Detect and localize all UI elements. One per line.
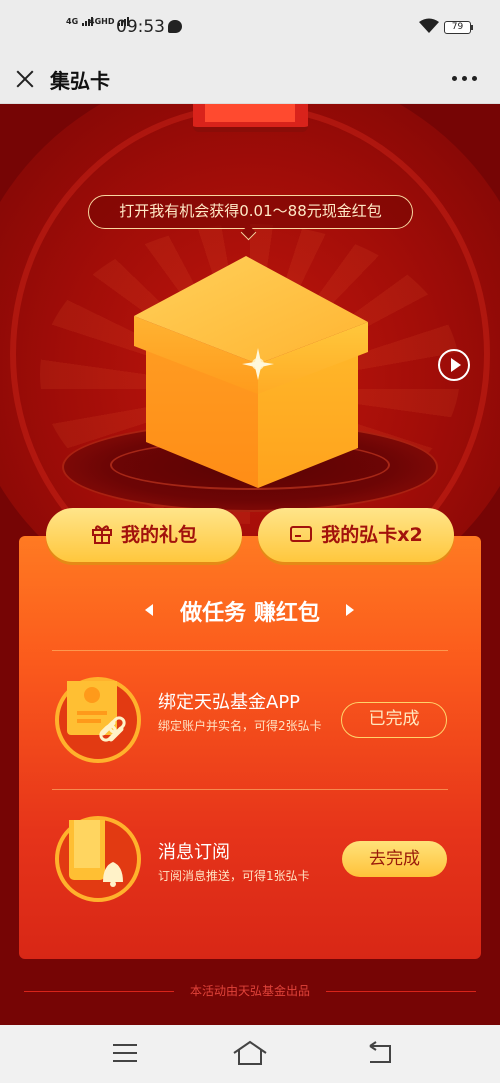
task-completed-button[interactable]: 已完成 xyxy=(341,702,447,738)
back-icon[interactable] xyxy=(366,1040,394,1066)
network-type-1: 4G xyxy=(66,17,79,26)
play-icon[interactable] xyxy=(438,349,470,381)
card-icon xyxy=(290,525,313,542)
my-gift-label: 我的礼包 xyxy=(120,524,197,546)
gift-icon xyxy=(91,524,112,544)
phone-bell-icon xyxy=(55,816,141,902)
battery-tip xyxy=(471,25,473,30)
task-description: 订阅消息推送，可得1张弘卡 xyxy=(158,869,310,883)
system-nav-bar xyxy=(0,1025,500,1083)
close-icon[interactable] xyxy=(14,68,36,90)
message-icon xyxy=(168,20,182,33)
page-title: 集弘卡 xyxy=(50,69,110,93)
status-bar: 4G 4GHD 09:53 79 xyxy=(0,0,500,56)
title-bar: 集弘卡 xyxy=(0,56,500,104)
network-type-2: 4GHD xyxy=(89,17,115,26)
my-gift-button[interactable]: 我的礼包 xyxy=(46,508,242,562)
footer-line-right xyxy=(326,991,476,992)
task-title: 消息订阅 xyxy=(158,842,230,863)
account-bind-icon xyxy=(55,677,141,763)
wifi-icon xyxy=(419,18,439,33)
activity-stage: 打开我有机会获得0.01～88元现金红包 我的礼包 我的弘卡x2 做任务 赚红包… xyxy=(0,104,500,1025)
more-icon[interactable] xyxy=(452,76,478,82)
task-go-button[interactable]: 去完成 xyxy=(342,841,447,877)
home-icon[interactable] xyxy=(232,1040,268,1066)
divider xyxy=(52,650,448,651)
top-banner-tab xyxy=(193,104,308,132)
my-card-label: 我的弘卡x2 xyxy=(321,524,423,546)
divider xyxy=(52,789,448,790)
task-description: 绑定账户并实名，可得2张弘卡 xyxy=(158,719,322,733)
gift-box-illustration[interactable] xyxy=(128,252,372,492)
tasks-heading: 做任务 赚红包 xyxy=(180,601,320,626)
reward-bubble: 打开我有机会获得0.01～88元现金红包 xyxy=(88,195,413,229)
menu-icon[interactable] xyxy=(113,1044,137,1062)
battery-icon: 79 xyxy=(444,21,471,34)
clock: 09:53 xyxy=(116,17,165,37)
task-title: 绑定天弘基金APP xyxy=(158,692,301,713)
my-card-button[interactable]: 我的弘卡x2 xyxy=(258,508,454,562)
triangle-right-icon xyxy=(346,604,354,616)
